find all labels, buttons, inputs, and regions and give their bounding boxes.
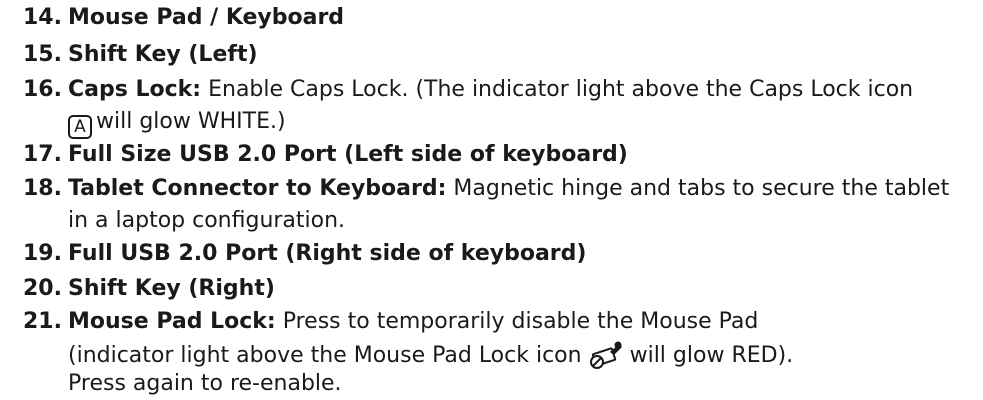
item-number: 14. xyxy=(23,5,62,30)
item-continuation: Press again to re-enable. xyxy=(68,371,342,396)
item-title: Shift Key (Right) xyxy=(68,276,275,301)
item-continuation: Awill glow WHITE.) xyxy=(68,108,286,139)
item-description: Magnetic hinge and tabs to secure the ta… xyxy=(453,176,950,201)
item-title: Shift Key (Left) xyxy=(68,42,258,67)
item-continuation: in a laptop configuration. xyxy=(68,208,346,233)
item-description: Enable Caps Lock. (The indicator light a… xyxy=(208,77,914,102)
item-number: 20. xyxy=(23,276,62,301)
item-title: Caps Lock: xyxy=(68,77,202,102)
item-number: 17. xyxy=(23,142,62,167)
item-title: Mouse Pad Lock: xyxy=(68,309,276,334)
caps-lock-icon: A xyxy=(68,115,92,139)
item-number: 19. xyxy=(23,241,62,266)
item-number: 15. xyxy=(23,42,62,67)
mouse-pad-lock-icon xyxy=(588,340,624,378)
item-title: Tablet Connector to Keyboard: xyxy=(68,176,447,201)
item-number: 16. xyxy=(23,77,62,102)
item-number: 21. xyxy=(23,309,62,334)
item-number: 18. xyxy=(23,176,62,201)
item-description: Press to temporarily disable the Mouse P… xyxy=(282,309,759,334)
feature-list: 14. Mouse Pad / Keyboard 15. Shift Key (… xyxy=(0,0,983,400)
item-title: Mouse Pad / Keyboard xyxy=(68,5,345,30)
item-title: Full USB 2.0 Port (Right side of keyboar… xyxy=(68,241,587,266)
item-title: Full Size USB 2.0 Port (Left side of key… xyxy=(68,142,628,167)
